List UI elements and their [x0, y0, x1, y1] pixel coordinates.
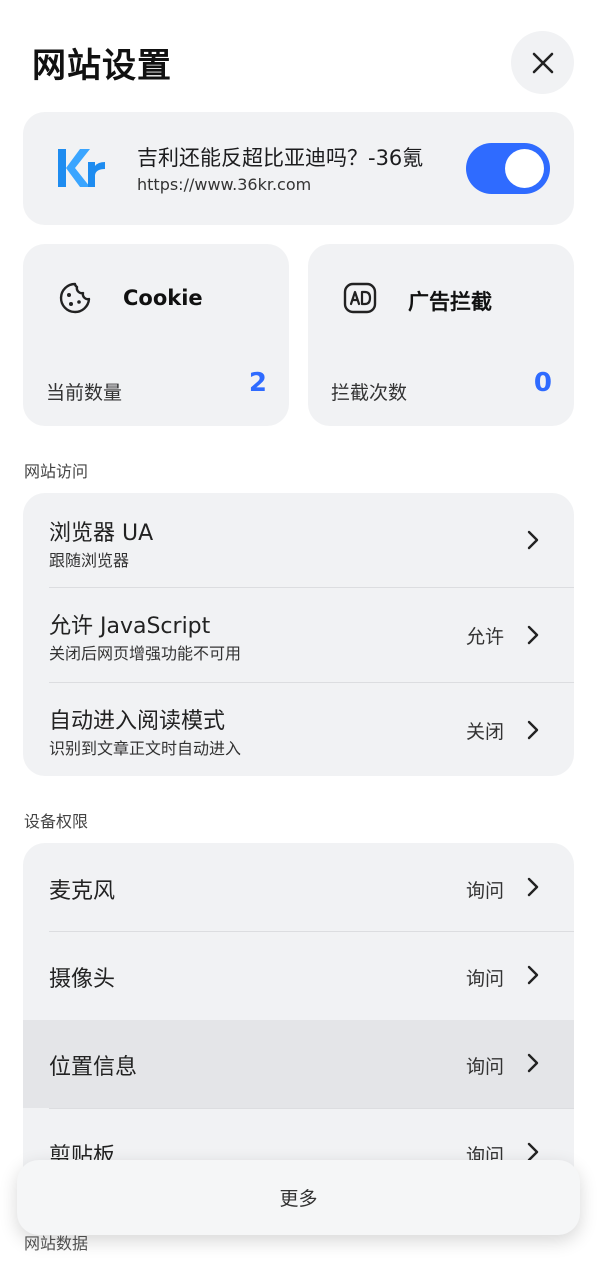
row-allow-javascript[interactable]: 允许 JavaScript 关闭后网页增强功能不可用 允许	[23, 588, 574, 682]
row-value: 询问	[465, 880, 504, 902]
row-value: 询问	[465, 968, 504, 990]
chevron-right-icon	[527, 720, 539, 740]
close-button[interactable]	[511, 31, 574, 94]
section-label-site-access: 网站访问	[24, 462, 89, 481]
row-value: 询问	[465, 1056, 504, 1078]
ad-icon	[343, 282, 377, 314]
chevron-right-icon	[527, 530, 539, 550]
adblock-title: 广告拦截	[408, 290, 492, 314]
cookie-icon	[59, 282, 91, 314]
cookie-card[interactable]: Cookie 当前数量 2	[23, 244, 289, 426]
row-auto-reader-mode[interactable]: 自动进入阅读模式 识别到文章正文时自动进入 关闭	[23, 683, 574, 776]
row-microphone[interactable]: 麦克风 询问	[23, 843, 574, 931]
cookie-count-label: 当前数量	[46, 382, 123, 404]
chevron-right-icon	[527, 1053, 539, 1073]
row-subtitle: 跟随浏览器	[49, 551, 130, 570]
row-value: 关闭	[465, 721, 504, 743]
row-title: 麦克风	[49, 879, 116, 904]
row-title: 允许 JavaScript	[49, 614, 211, 639]
row-title: 自动进入阅读模式	[49, 709, 226, 734]
kr-logo	[58, 149, 105, 187]
chevron-right-icon	[527, 965, 539, 985]
device-permissions-list: 麦克风 询问 摄像头 询问 位置信息 询问 剪贴板 询问	[23, 843, 574, 1183]
row-title: 位置信息	[49, 1055, 138, 1080]
row-title: 浏览器 UA	[49, 521, 154, 546]
adblock-count-label: 拦截次数	[331, 382, 408, 404]
site-access-list: 浏览器 UA 跟随浏览器 允许 JavaScript 关闭后网页增强功能不可用 …	[23, 493, 574, 776]
adblock-count-value: 0	[533, 368, 552, 398]
adblock-card[interactable]: 广告拦截 拦截次数 0	[308, 244, 574, 426]
header: 网站设置	[0, 0, 597, 110]
row-title: 摄像头	[49, 967, 116, 992]
row-subtitle: 识别到文章正文时自动进入	[49, 739, 242, 758]
chevron-right-icon	[527, 625, 539, 645]
row-camera[interactable]: 摄像头 询问	[23, 932, 574, 1020]
site-enable-toggle[interactable]	[466, 143, 550, 194]
site-card: 吉利还能反超比亚迪吗？-36氪 https://www.36kr.com	[23, 112, 574, 225]
more-button[interactable]: 更多	[17, 1160, 580, 1235]
cookie-title: Cookie	[123, 286, 203, 310]
chevron-right-icon	[527, 877, 539, 897]
close-icon	[532, 52, 553, 73]
row-browser-ua[interactable]: 浏览器 UA 跟随浏览器	[23, 493, 574, 587]
site-title: 吉利还能反超比亚迪吗？-36氪	[137, 146, 424, 170]
row-value: 允许	[465, 626, 504, 648]
section-label-device-permissions: 设备权限	[24, 812, 89, 831]
row-subtitle: 关闭后网页增强功能不可用	[49, 644, 242, 663]
page-title: 网站设置	[32, 46, 172, 86]
cookie-count-value: 2	[248, 368, 267, 398]
row-location[interactable]: 位置信息 询问	[23, 1020, 574, 1108]
toggle-knob	[505, 149, 544, 188]
site-url: https://www.36kr.com	[137, 175, 312, 194]
